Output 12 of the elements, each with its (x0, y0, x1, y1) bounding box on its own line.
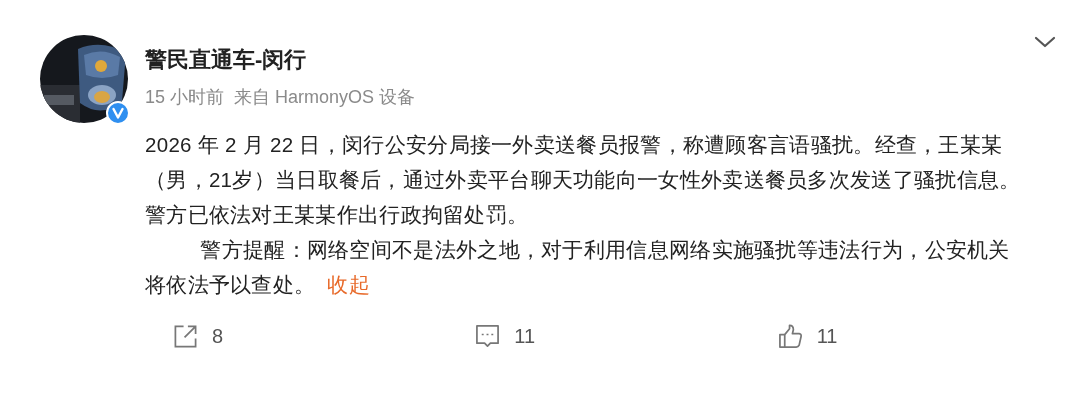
share-icon[interactable] (173, 324, 198, 349)
chevron-down-icon[interactable] (1034, 36, 1056, 48)
thumbs-up-icon[interactable] (777, 324, 803, 349)
author-name[interactable]: 警民直通车-闵行 (145, 45, 416, 75)
comment-icon[interactable] (475, 324, 501, 349)
post-time: 15 小时前 (145, 86, 225, 109)
share-count: 8 (212, 325, 224, 348)
post-paragraph: 警方提醒：网络空间不是法外之地，对于利用信息网络实施骚扰等违法行为，公安机关将依法予以查处。 收起 (145, 237, 1011, 298)
post-paragraph: 2026 年 2 月 22 日，闵行公安分局接一外卖送餐员报警，称遭顾客言语骚扰。经查，王某某（男，21岁）当日取餐后，通过外卖平台聊天功能向一女性外卖送餐员多次发送了骚扰信息。警方已依法对王某某作出行政拘留处罚。 (145, 132, 1022, 228)
post-source: 来自 HarmonyOS 设备 (234, 86, 416, 109)
comment-count: 11 (514, 325, 536, 348)
like-count: 11 (816, 325, 838, 348)
